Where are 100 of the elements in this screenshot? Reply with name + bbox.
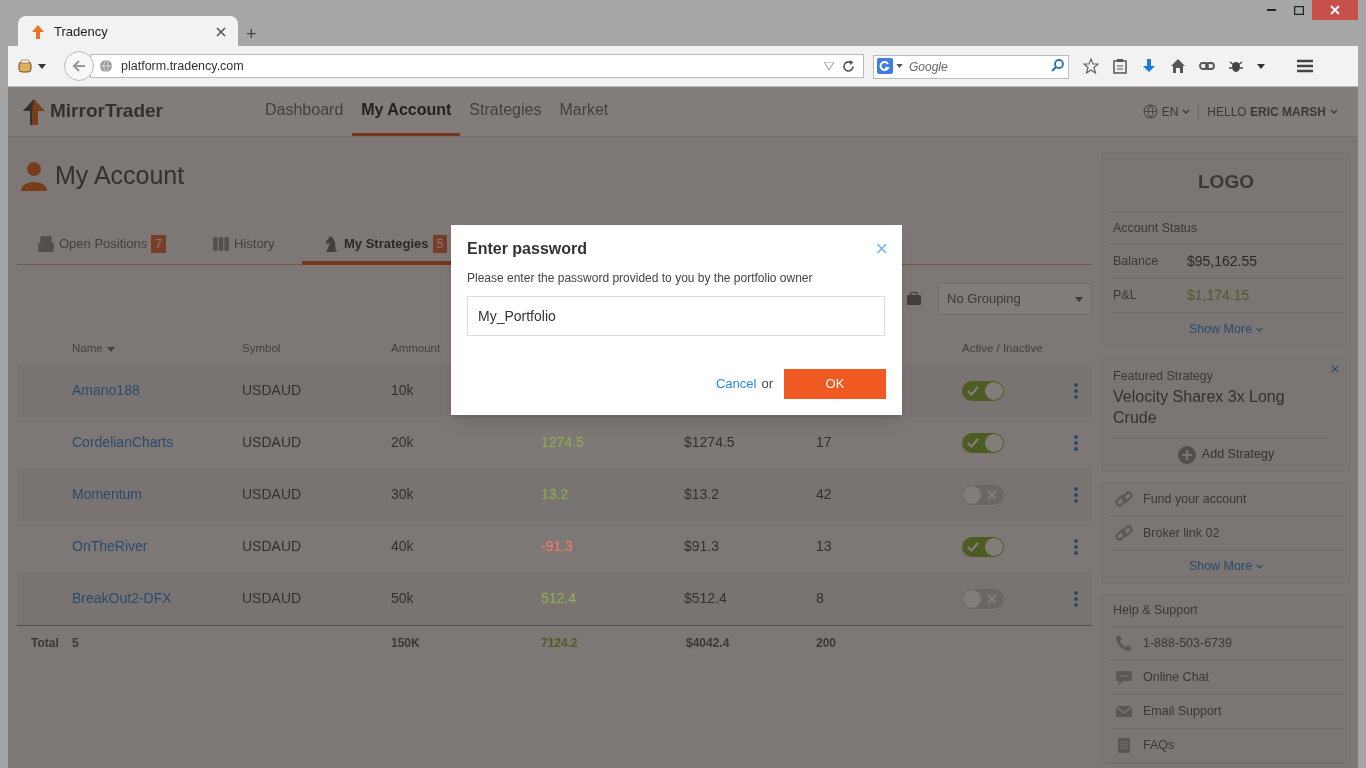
column-header: Ammount (391, 341, 442, 357)
caret-icon[interactable] (1257, 63, 1265, 69)
home-icon[interactable] (1170, 58, 1186, 74)
strategy-link[interactable]: OnTheRiver (72, 536, 148, 557)
language-selector[interactable]: EN (1142, 102, 1191, 121)
toggle-switch[interactable] (962, 432, 1004, 453)
table-cell-text: USDAUD (242, 589, 303, 608)
close-button[interactable] (1331, 365, 1339, 373)
count-badge: 5 (432, 234, 448, 253)
show-more-link[interactable]: Show More (1188, 557, 1264, 577)
strategy-link[interactable]: CordelianCharts (72, 432, 174, 453)
menu-button[interactable] (1296, 58, 1314, 74)
column-header: Active / Inactive (962, 341, 1044, 357)
plus-circle-icon (1177, 445, 1196, 464)
page-title: My Account (55, 159, 185, 191)
add-strategy-button[interactable]: Add Strategy (1177, 445, 1275, 465)
table-cell-text: $13.2 (684, 485, 721, 504)
tab[interactable]: History (212, 226, 302, 265)
globe-icon (99, 59, 113, 73)
close-icon[interactable] (216, 26, 226, 37)
link-icon (1115, 490, 1133, 509)
reload-icon[interactable] (842, 59, 855, 73)
tab[interactable]: Open Positions 7 (37, 226, 212, 265)
more-options-button[interactable] (1074, 537, 1080, 556)
person-icon (21, 160, 47, 191)
or-text: or (761, 375, 773, 394)
section-title: Help & Support (1108, 594, 1344, 627)
briefcase-icon (906, 292, 922, 306)
search-icon[interactable] (1051, 59, 1064, 72)
minimize-icon (1267, 8, 1276, 12)
caret-icon (896, 64, 903, 68)
grouping-select[interactable]: No Grouping (938, 283, 1092, 315)
sort-caret-icon (106, 346, 115, 352)
table-cell-text: 42 (816, 485, 833, 504)
support-link[interactable]: Email Support (1108, 694, 1344, 729)
table-cell-text: 150K (391, 634, 421, 652)
menu-icon (1296, 59, 1314, 73)
close-window-button[interactable] (1312, 0, 1358, 20)
count-badge: 7 (151, 234, 166, 253)
phone-icon (1115, 634, 1133, 653)
vertical-dots-icon (1074, 590, 1078, 607)
password-field[interactable]: My_Portfolio (467, 296, 885, 336)
browser-tab[interactable]: Tradency (18, 16, 238, 47)
star-icon[interactable] (1083, 58, 1099, 74)
support-link[interactable]: 1-888-503-6739 (1108, 626, 1344, 661)
dropdown-icon[interactable] (824, 62, 834, 70)
download-icon[interactable] (1141, 58, 1157, 74)
vertical-dots-icon (1074, 486, 1078, 503)
user-menu[interactable]: HELLO ERIC MARSH (1207, 102, 1338, 121)
strategy-link[interactable]: Amano188 (72, 380, 140, 401)
clipboard-icon[interactable] (1112, 58, 1128, 74)
more-options-button[interactable] (1074, 589, 1080, 608)
ok-button[interactable]: OK (784, 369, 886, 399)
cancel-link[interactable]: Cancel (715, 374, 757, 394)
toggle-switch[interactable] (962, 536, 1004, 557)
balance-value: $95,162.55 (1187, 252, 1258, 271)
printer-icon (37, 234, 55, 253)
section-title: Account Status (1108, 213, 1344, 245)
brand-name: MirrorTrader (50, 99, 163, 124)
caret-icon (1075, 296, 1083, 302)
more-options-button[interactable] (1074, 381, 1080, 400)
vertical-dots-icon (1074, 538, 1078, 555)
strategy-link[interactable]: Momentum (72, 484, 143, 505)
table-cell-text: $91.3 (684, 537, 721, 556)
globe-icon (1142, 104, 1158, 119)
sidebar-link[interactable]: Fund your account (1108, 482, 1344, 517)
chevron-down-icon (1256, 564, 1264, 570)
support-link[interactable]: Online Chat (1108, 660, 1344, 695)
strategy-link[interactable]: BreakOut2-DFX (72, 588, 172, 609)
close-button[interactable]: × (875, 238, 888, 260)
toggle-switch[interactable] (962, 380, 1004, 401)
table-cell-text: 200 (816, 634, 838, 652)
nav-link[interactable]: Strategies (460, 87, 551, 136)
more-options-button[interactable] (1074, 485, 1080, 504)
show-more-link[interactable]: Show More (1188, 319, 1264, 339)
new-tab-button[interactable]: + (246, 25, 257, 43)
table-cell-text: 7124.2 (541, 634, 579, 652)
table-cell-text: $4042.4 (685, 634, 731, 652)
column-header[interactable]: Name (72, 340, 242, 358)
table-cell-text: 1274.5 (541, 433, 584, 452)
vertical-dots-icon (1074, 434, 1078, 451)
more-options-button[interactable] (1074, 433, 1080, 452)
check-icon (967, 437, 979, 448)
sidebar-link[interactable]: Broker link 02 (1108, 516, 1344, 551)
caret-icon (38, 63, 46, 69)
nav-link[interactable]: My Account (352, 87, 461, 136)
google-g-icon (877, 58, 893, 74)
search-field[interactable]: Google (873, 55, 1069, 79)
nav-link[interactable]: Market (550, 87, 618, 136)
balance-label: Balance (1113, 253, 1160, 271)
table-cell-text: USDAUD (242, 433, 303, 452)
support-link[interactable]: FAQs (1108, 728, 1344, 763)
arrow-up-icon (30, 23, 46, 40)
column-header: Symbol (242, 341, 282, 357)
address-bar[interactable]: platform.tradency.com (90, 54, 864, 78)
table-cell-text: 10k (391, 381, 415, 400)
close-icon (1330, 5, 1340, 15)
nav-link[interactable]: Dashboard (256, 87, 353, 136)
maximize-icon (1293, 5, 1304, 15)
back-button[interactable] (64, 51, 94, 81)
